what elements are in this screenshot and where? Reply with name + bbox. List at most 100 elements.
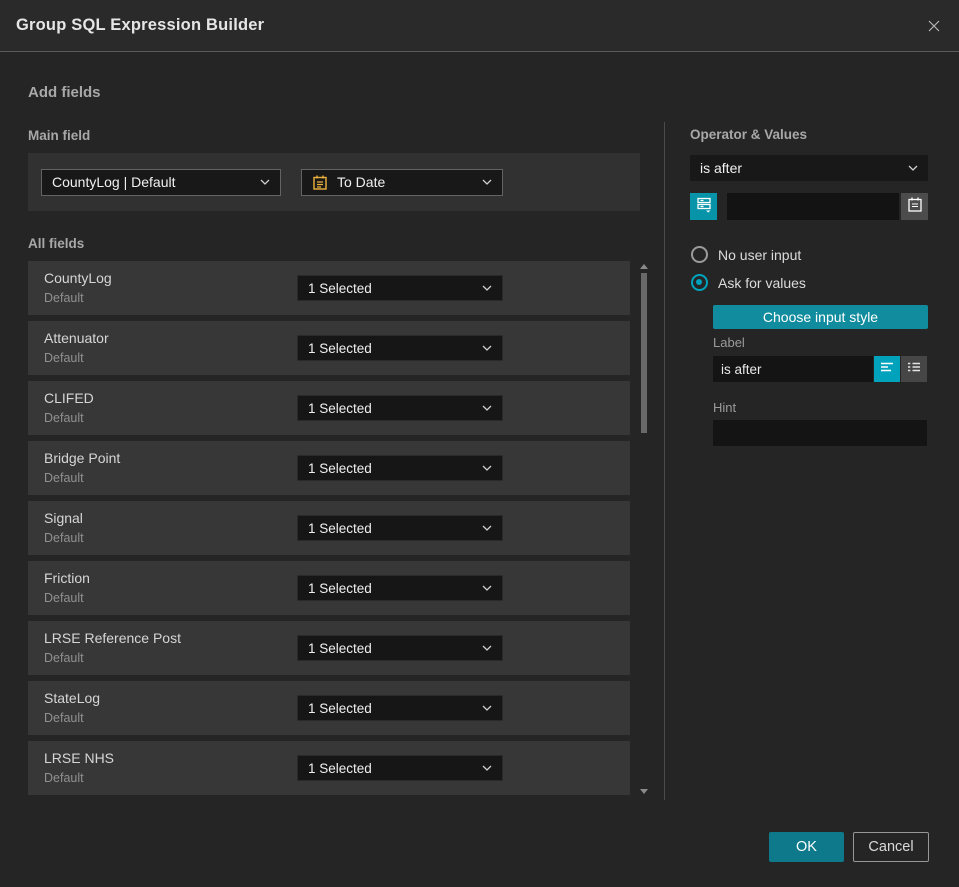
dialog-title: Group SQL Expression Builder — [16, 16, 265, 34]
field-type: Default — [44, 351, 84, 365]
list-scrollbar[interactable] — [638, 262, 650, 796]
field-type: Default — [44, 531, 84, 545]
field-row: Attenuator Default 1 Selected — [28, 321, 630, 375]
operator-dropdown[interactable]: is after — [690, 155, 928, 181]
field-row: Bridge Point Default 1 Selected — [28, 441, 630, 495]
cancel-button[interactable]: Cancel — [853, 832, 929, 862]
operator-dropdown-value: is after — [700, 160, 743, 176]
calendar-icon — [907, 196, 923, 218]
field-row: CountyLog Default 1 Selected — [28, 261, 630, 315]
radio-label: Ask for values — [718, 274, 806, 291]
field-name: StateLog — [44, 690, 101, 706]
add-fields-heading: Add fields — [28, 84, 101, 101]
chevron-down-icon — [474, 525, 492, 531]
field-name: Signal — [44, 510, 83, 526]
chevron-down-icon — [252, 179, 270, 185]
field-type: Default — [44, 651, 84, 665]
chevron-down-icon — [474, 645, 492, 651]
chevron-down-icon — [474, 345, 492, 351]
field-row: LRSE Reference Post Default 1 Selected — [28, 621, 630, 675]
chevron-down-icon — [474, 465, 492, 471]
field-name: CountyLog — [44, 270, 112, 286]
field-selection-value: 1 Selected — [308, 280, 372, 296]
operator-values-heading: Operator & Values — [690, 127, 808, 142]
field-selection-dropdown[interactable]: 1 Selected — [297, 275, 503, 301]
field-row: Signal Default 1 Selected — [28, 501, 630, 555]
scroll-down-icon[interactable] — [640, 789, 648, 794]
field-name: Bridge Point — [44, 450, 121, 466]
field-selection-value: 1 Selected — [308, 640, 372, 656]
all-fields-label: All fields — [28, 236, 85, 251]
field-selection-dropdown[interactable]: 1 Selected — [297, 455, 503, 481]
field-selection-dropdown[interactable]: 1 Selected — [297, 755, 503, 781]
field-selection-value: 1 Selected — [308, 400, 372, 416]
field-type: Default — [44, 591, 84, 605]
field-row: CLIFED Default 1 Selected — [28, 381, 630, 435]
main-field-container: CountyLog | Default To Date — [28, 153, 640, 211]
field-selection-value: 1 Selected — [308, 520, 372, 536]
field-row: StateLog Default 1 Selected — [28, 681, 630, 735]
chevron-down-icon — [474, 705, 492, 711]
field-type: Default — [44, 411, 84, 425]
field-type: Default — [44, 471, 84, 485]
scrollbar-thumb[interactable] — [641, 273, 647, 433]
chevron-down-icon — [474, 765, 492, 771]
dialog-titlebar: Group SQL Expression Builder — [0, 0, 959, 52]
field-type: Default — [44, 711, 84, 725]
input-type-button[interactable] — [690, 193, 717, 220]
field-row: LRSE NHS Default 1 Selected — [28, 741, 630, 795]
label-input[interactable] — [713, 356, 873, 382]
field-name: Friction — [44, 570, 90, 586]
field-selection-dropdown[interactable]: 1 Selected — [297, 395, 503, 421]
value-input[interactable] — [727, 193, 899, 220]
align-left-icon — [879, 359, 895, 380]
date-type-dropdown-value: To Date — [337, 174, 386, 190]
field-selection-value: 1 Selected — [308, 460, 372, 476]
field-selection-value: 1 Selected — [308, 580, 372, 596]
field-selection-value: 1 Selected — [308, 340, 372, 356]
radio-circle-selected[interactable] — [691, 274, 708, 291]
ok-button[interactable]: OK — [769, 832, 844, 862]
field-selection-dropdown[interactable]: 1 Selected — [297, 695, 503, 721]
radio-no-user-input[interactable]: No user input — [691, 246, 801, 263]
input-style-list-toggle[interactable] — [901, 356, 927, 382]
choose-input-style-button[interactable]: Choose input style — [713, 305, 928, 329]
label-caption: Label — [713, 335, 745, 350]
main-field-dropdown-value: CountyLog | Default — [52, 174, 176, 190]
main-field-label: Main field — [28, 128, 91, 143]
field-name: Attenuator — [44, 330, 109, 346]
panel-divider — [664, 122, 665, 800]
radio-label: No user input — [718, 246, 802, 263]
scroll-up-icon[interactable] — [640, 264, 648, 269]
chevron-down-icon — [474, 585, 492, 591]
field-type: Default — [44, 291, 84, 305]
list-icon — [906, 359, 922, 380]
field-name: LRSE NHS — [44, 750, 115, 766]
hint-caption: Hint — [713, 400, 737, 415]
chevron-down-icon — [474, 405, 492, 411]
radio-circle[interactable] — [691, 246, 708, 263]
field-selection-dropdown[interactable]: 1 Selected — [297, 515, 503, 541]
field-selection-value: 1 Selected — [308, 700, 372, 716]
radio-ask-for-values[interactable]: Ask for values — [691, 274, 806, 291]
stacked-rows-icon — [695, 195, 713, 218]
calendar-picker-button[interactable] — [901, 193, 928, 220]
field-name: LRSE Reference Post — [44, 630, 181, 646]
field-selection-value: 1 Selected — [308, 760, 372, 776]
chevron-down-icon — [474, 285, 492, 291]
main-field-dropdown[interactable]: CountyLog | Default — [41, 168, 281, 196]
field-row: Friction Default 1 Selected — [28, 561, 630, 615]
field-name: CLIFED — [44, 390, 94, 406]
calendar-icon — [312, 174, 328, 191]
chevron-down-icon — [900, 165, 918, 171]
date-type-dropdown[interactable]: To Date — [301, 168, 503, 196]
hint-input[interactable] — [713, 420, 927, 446]
close-icon[interactable] — [925, 17, 943, 35]
chevron-down-icon — [474, 179, 492, 185]
input-style-single-line-toggle[interactable] — [874, 356, 900, 382]
field-selection-dropdown[interactable]: 1 Selected — [297, 635, 503, 661]
all-fields-list: CountyLog Default 1 Selected Attenuator … — [28, 261, 630, 801]
field-selection-dropdown[interactable]: 1 Selected — [297, 575, 503, 601]
field-selection-dropdown[interactable]: 1 Selected — [297, 335, 503, 361]
field-type: Default — [44, 771, 84, 785]
